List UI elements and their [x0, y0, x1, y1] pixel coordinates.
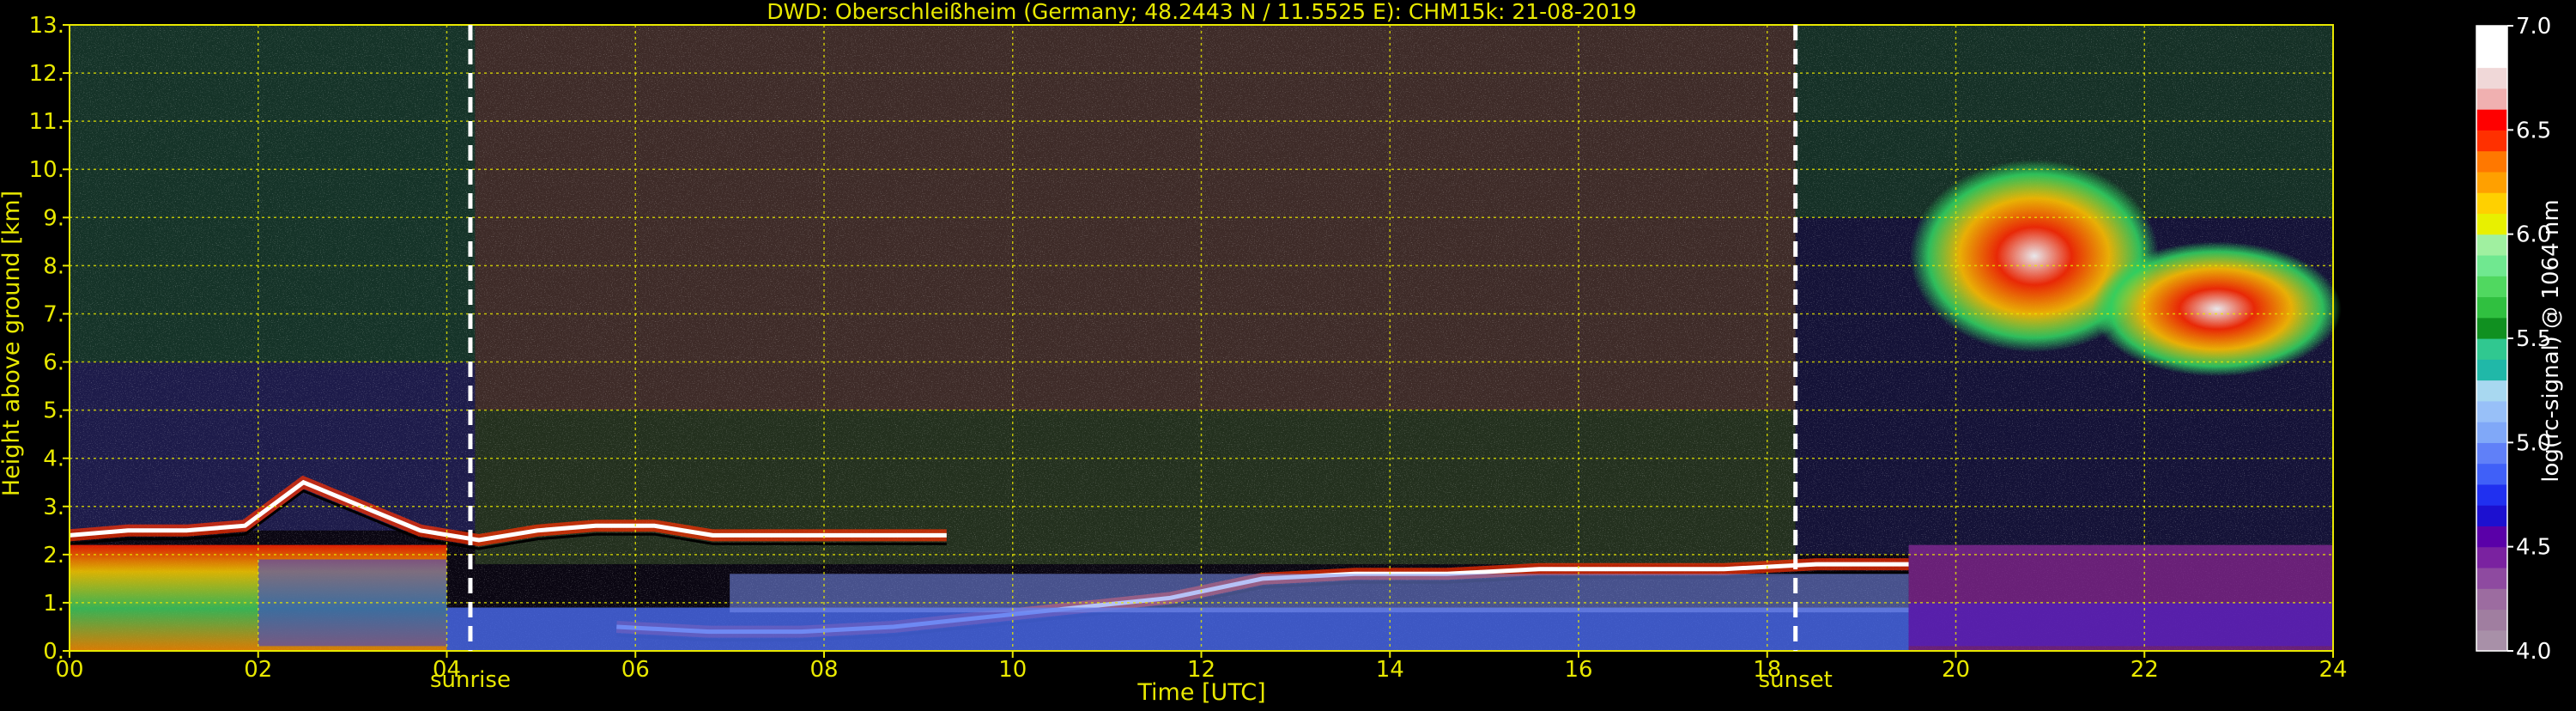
y-tick-label: 10. [29, 157, 64, 183]
y-tick-label: 1. [43, 591, 64, 617]
colorbar-tick-label: 6.5 [2516, 118, 2551, 143]
chart-root: 00 02 04 06 08 10 12 14 16 18 20 22 24 0. 1. 2. 3. 4. 5. 6.… [0, 0, 2576, 708]
colorbar-segment [2476, 150, 2507, 173]
x-tick-label: 20 [1942, 657, 1970, 683]
y-tick-label: 0. [43, 639, 64, 665]
y-tick-label: 6. [43, 350, 64, 376]
colorbar-segment [2476, 422, 2507, 443]
colorbar-segment [2476, 359, 2507, 381]
colorbar-segment [2476, 213, 2507, 235]
y-tick-label: 9. [43, 205, 64, 231]
boundary-layer-day-upper [730, 574, 1909, 613]
y-tick-label: 7. [43, 301, 64, 327]
colorbar-segment [2476, 483, 2507, 506]
colorbar-segment [2476, 609, 2507, 631]
colorbar-segment [2476, 130, 2507, 152]
x-tick-label: 16 [1564, 657, 1592, 683]
y-tick-label: 5. [43, 398, 64, 424]
y-tick-label: 11. [29, 109, 64, 135]
colorbar-segment [2476, 317, 2507, 339]
x-tick-label: 14 [1376, 657, 1404, 683]
colorbar-segment [2476, 505, 2507, 526]
residual-layer-lower [1908, 602, 2333, 647]
x-tick-label: 08 [809, 657, 838, 683]
ceilometer-chart: 00 02 04 06 08 10 12 14 16 18 20 22 240.1.2.3.4.5.6.… [0, 0, 2564, 706]
colorbar-segment [2476, 26, 2507, 47]
colorbar-segment [2476, 171, 2507, 193]
colorbar-segment [2476, 463, 2507, 485]
sunrise-label: sunrise [430, 667, 511, 693]
colorbar-segment [2476, 629, 2507, 652]
y-tick-label: 12. [29, 61, 64, 87]
colorbar-segment [2476, 588, 2507, 611]
colorbar-segment [2476, 276, 2507, 298]
plot-area [69, 25, 2342, 651]
colorbar-segment [2476, 109, 2507, 131]
y-tick-label: 8. [43, 253, 64, 279]
x-tick-label: 24 [2318, 657, 2347, 683]
y-tick-label: 3. [43, 495, 64, 520]
y-tick-label: 4. [43, 447, 64, 472]
colorbar-segment [2476, 338, 2507, 360]
colorbar-segment [2476, 400, 2507, 422]
colorbar-tick-label: 4.5 [2516, 535, 2551, 561]
colorbar-segment [2476, 46, 2507, 69]
colorbar-segment [2476, 234, 2507, 256]
colorbar-label: log(rc-signal) @ 1064 nm [2538, 199, 2564, 482]
colorbar-segment [2476, 67, 2507, 89]
colorbar-segment [2476, 254, 2507, 276]
y-tick-label: 13. [29, 13, 64, 39]
sunset-label: sunset [1759, 667, 1833, 693]
y-tick-label: 2. [43, 543, 64, 568]
cirrus-cloud-east [2092, 241, 2342, 377]
y-axis-label: Height above ground [km] [0, 191, 25, 496]
x-tick-label: 22 [2131, 657, 2159, 683]
colorbar-segment [2476, 192, 2507, 214]
colorbar-segment [2476, 526, 2507, 548]
colorbar-segment [2476, 380, 2507, 402]
boundary-layer-day-base [446, 607, 1909, 651]
colorbar-tick-label: 4.0 [2516, 639, 2551, 665]
chart-title: DWD: Oberschleißheim (Germany; 48.2443 N… [767, 0, 1636, 24]
x-tick-label: 10 [998, 657, 1027, 683]
colorbar-segment [2476, 546, 2507, 568]
x-tick-label: 02 [244, 657, 272, 683]
x-axis-label: Time [UTC] [1136, 679, 1265, 706]
colorbar-tick-label: 7.0 [2516, 14, 2551, 40]
x-tick-label: 06 [621, 657, 650, 683]
colorbar-segment [2476, 296, 2507, 319]
colorbar-segment [2476, 88, 2507, 110]
colorbar-segment [2476, 442, 2507, 465]
colorbar-segment [2476, 567, 2507, 589]
